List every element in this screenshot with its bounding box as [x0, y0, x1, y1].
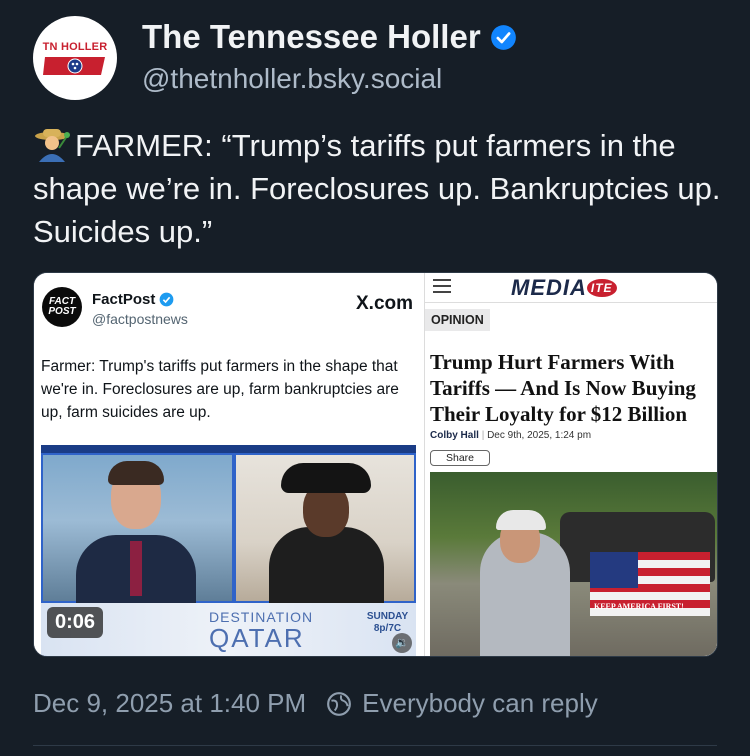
share-button: Share [430, 450, 490, 466]
mediaite-logo-text: MEDIA [511, 275, 587, 300]
factpost-handle: @factpostnews [92, 311, 188, 327]
article-date: Dec 9th, 2025, 1:24 pm [487, 430, 592, 441]
display-name[interactable]: The Tennessee Holler [142, 17, 517, 57]
divider [33, 745, 717, 746]
article-headline: Trump Hurt Farmers With Tariffs — And Is… [430, 350, 696, 426]
post-text-content: FARMER: “Trump’s tariffs put farmers in … [33, 128, 721, 249]
reply-setting[interactable]: Everybody can reply [362, 688, 598, 719]
flag-text: KEEP AMERICA FIRST! [594, 602, 684, 611]
display-name-text[interactable]: The Tennessee Holler [142, 17, 481, 57]
factpost-name: FactPost [92, 291, 174, 308]
flag-canton [590, 552, 638, 588]
mediaite-screenshot: MEDIA ITE OPINION Trump Hurt Farmers With… [424, 273, 717, 656]
section-label: OPINION [425, 309, 490, 331]
x-logo: X.com [356, 293, 414, 314]
factpost-screenshot: FACT POST FactPost @factpostnews X.com F… [34, 273, 424, 656]
article-author: Colby Hall [430, 430, 479, 441]
article-photo: KEEP AMERICA FIRST! [430, 472, 717, 656]
man-cap [496, 510, 546, 530]
mediaite-logo: MEDIA ITE [511, 275, 617, 301]
anchor-hair [108, 461, 164, 485]
globe-reply-icon [327, 691, 352, 716]
speaker-icon[interactable]: 🔉 [392, 633, 412, 653]
divider [425, 302, 717, 303]
avatar[interactable]: TN HOLLER [33, 16, 117, 100]
post-text: FARMER: “Trump’s tariffs put farmers in … [33, 124, 723, 253]
verified-badge-icon [159, 292, 174, 307]
article-byline: Colby Hall | Dec 9th, 2025, 1:24 pm [430, 430, 592, 441]
embedded-image[interactable]: FACT POST FactPost @factpostnews X.com F… [33, 272, 718, 657]
post-footer: Dec 9, 2025 at 1:40 PM Everybody can rep… [33, 688, 598, 719]
factpost-body: Farmer: Trump's tariffs put farmers in t… [41, 358, 399, 421]
hamburger-menu-icon [433, 279, 451, 293]
ticker-main-text: QATAR [209, 623, 305, 653]
farmer-emoji-icon [35, 129, 70, 162]
verified-badge-icon [490, 24, 516, 50]
author-handle[interactable]: @thetnholler.bsky.social [142, 59, 517, 99]
ticker-side-text: SUNDAY 8p/7C [366, 611, 409, 634]
mediaite-logo-badge: ITE [586, 279, 617, 297]
anchor-tie [130, 541, 142, 596]
post-timestamp[interactable]: Dec 9, 2025 at 1:40 PM [33, 688, 306, 719]
post-header: TN HOLLER The Tennessee Holler @thetnhol… [33, 16, 517, 100]
avatar-logo-text: TN HOLLER [42, 41, 108, 53]
video-timestamp: 0:06 [47, 607, 104, 638]
factpost-name-text: FactPost [92, 291, 156, 308]
cowboy-hat [281, 463, 371, 493]
tennessee-flag-icon [43, 57, 105, 75]
guest-figure [269, 527, 384, 605]
video-thumbnail: DESTINATION QATAR SUNDAY 8p/7C 0:06 🔉 [41, 445, 416, 656]
factpost-logo: FACT POST [42, 287, 82, 327]
